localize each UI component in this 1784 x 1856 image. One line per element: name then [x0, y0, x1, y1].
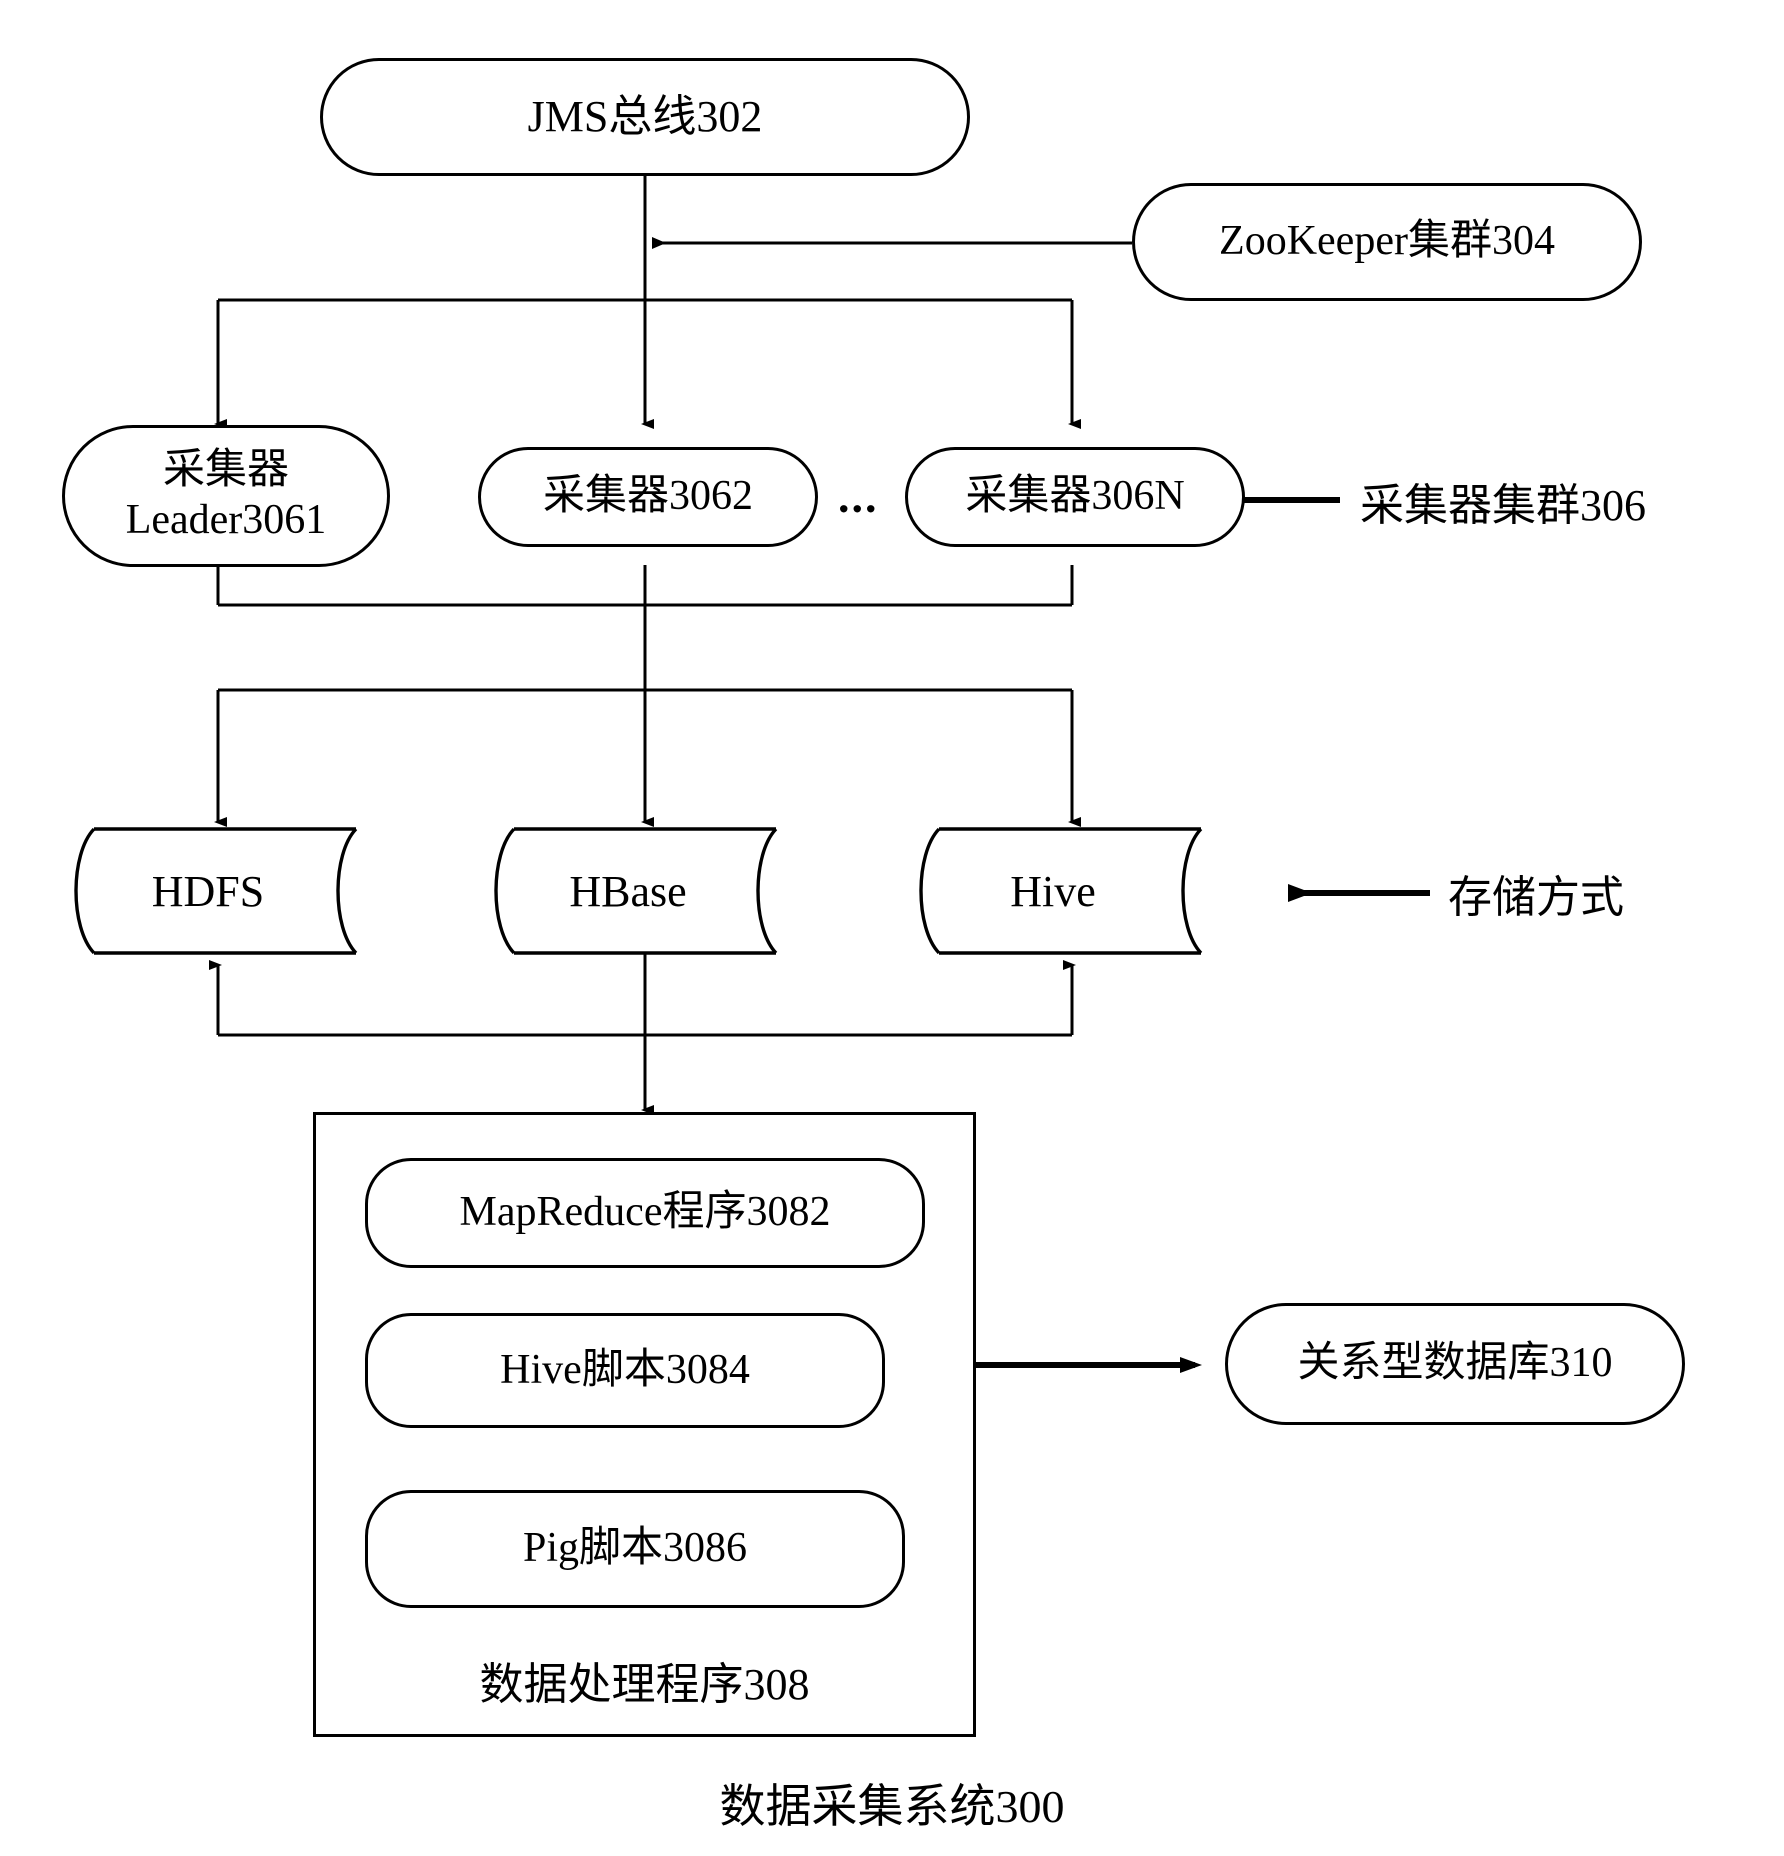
- node-pig-script-label: Pig脚本3086: [522, 1525, 748, 1572]
- annotation-collector-cluster: 采集器集群306: [1360, 481, 1646, 530]
- group-data-processing-label: 数据处理程序308: [479, 1660, 810, 1709]
- node-storage-hive[interactable]: Hive: [905, 826, 1235, 956]
- node-zookeeper-cluster-label: ZooKeeper集群304: [1219, 218, 1555, 265]
- node-mapreduce-program-label: MapReduce程序3082: [459, 1189, 831, 1236]
- node-collector-leader[interactable]: 采集器 Leader3061: [62, 425, 390, 567]
- node-hive-script[interactable]: Hive脚本3084: [365, 1313, 885, 1428]
- node-collector-leader-label-line2: Leader3061: [125, 497, 327, 543]
- node-jms-bus-label: JMS总线302: [527, 92, 763, 142]
- node-storage-hive-label: Hive: [1010, 866, 1096, 916]
- node-jms-bus[interactable]: JMS总线302: [320, 58, 970, 176]
- figure-caption: 数据采集系统300: [719, 1781, 1065, 1832]
- node-zookeeper-cluster[interactable]: ZooKeeper集群304: [1132, 183, 1642, 301]
- node-storage-hbase[interactable]: HBase: [480, 826, 810, 956]
- node-collector-306n[interactable]: 采集器306N: [905, 447, 1245, 547]
- node-relational-database[interactable]: 关系型数据库310: [1225, 1303, 1685, 1425]
- node-relational-database-label: 关系型数据库310: [1297, 1340, 1613, 1387]
- collector-ellipsis: ...: [838, 471, 879, 522]
- node-mapreduce-program[interactable]: MapReduce程序3082: [365, 1158, 925, 1268]
- node-storage-hbase-label: HBase: [569, 866, 687, 916]
- node-collector-3062-label: 采集器3062: [542, 473, 753, 520]
- node-collector-306n-label: 采集器306N: [965, 473, 1185, 520]
- node-collector-3062[interactable]: 采集器3062: [478, 447, 818, 547]
- diagram-canvas: JMS总线302 ZooKeeper集群304 采集器 Leader3061 采…: [0, 0, 1784, 1856]
- node-hive-script-label: Hive脚本3084: [500, 1346, 750, 1393]
- node-pig-script[interactable]: Pig脚本3086: [365, 1490, 905, 1608]
- node-storage-hdfs-label: HDFS: [151, 866, 265, 916]
- node-storage-hdfs[interactable]: HDFS: [60, 826, 390, 956]
- node-collector-leader-label-line1: 采集器: [162, 447, 289, 494]
- annotation-storage-mode: 存储方式: [1448, 873, 1624, 922]
